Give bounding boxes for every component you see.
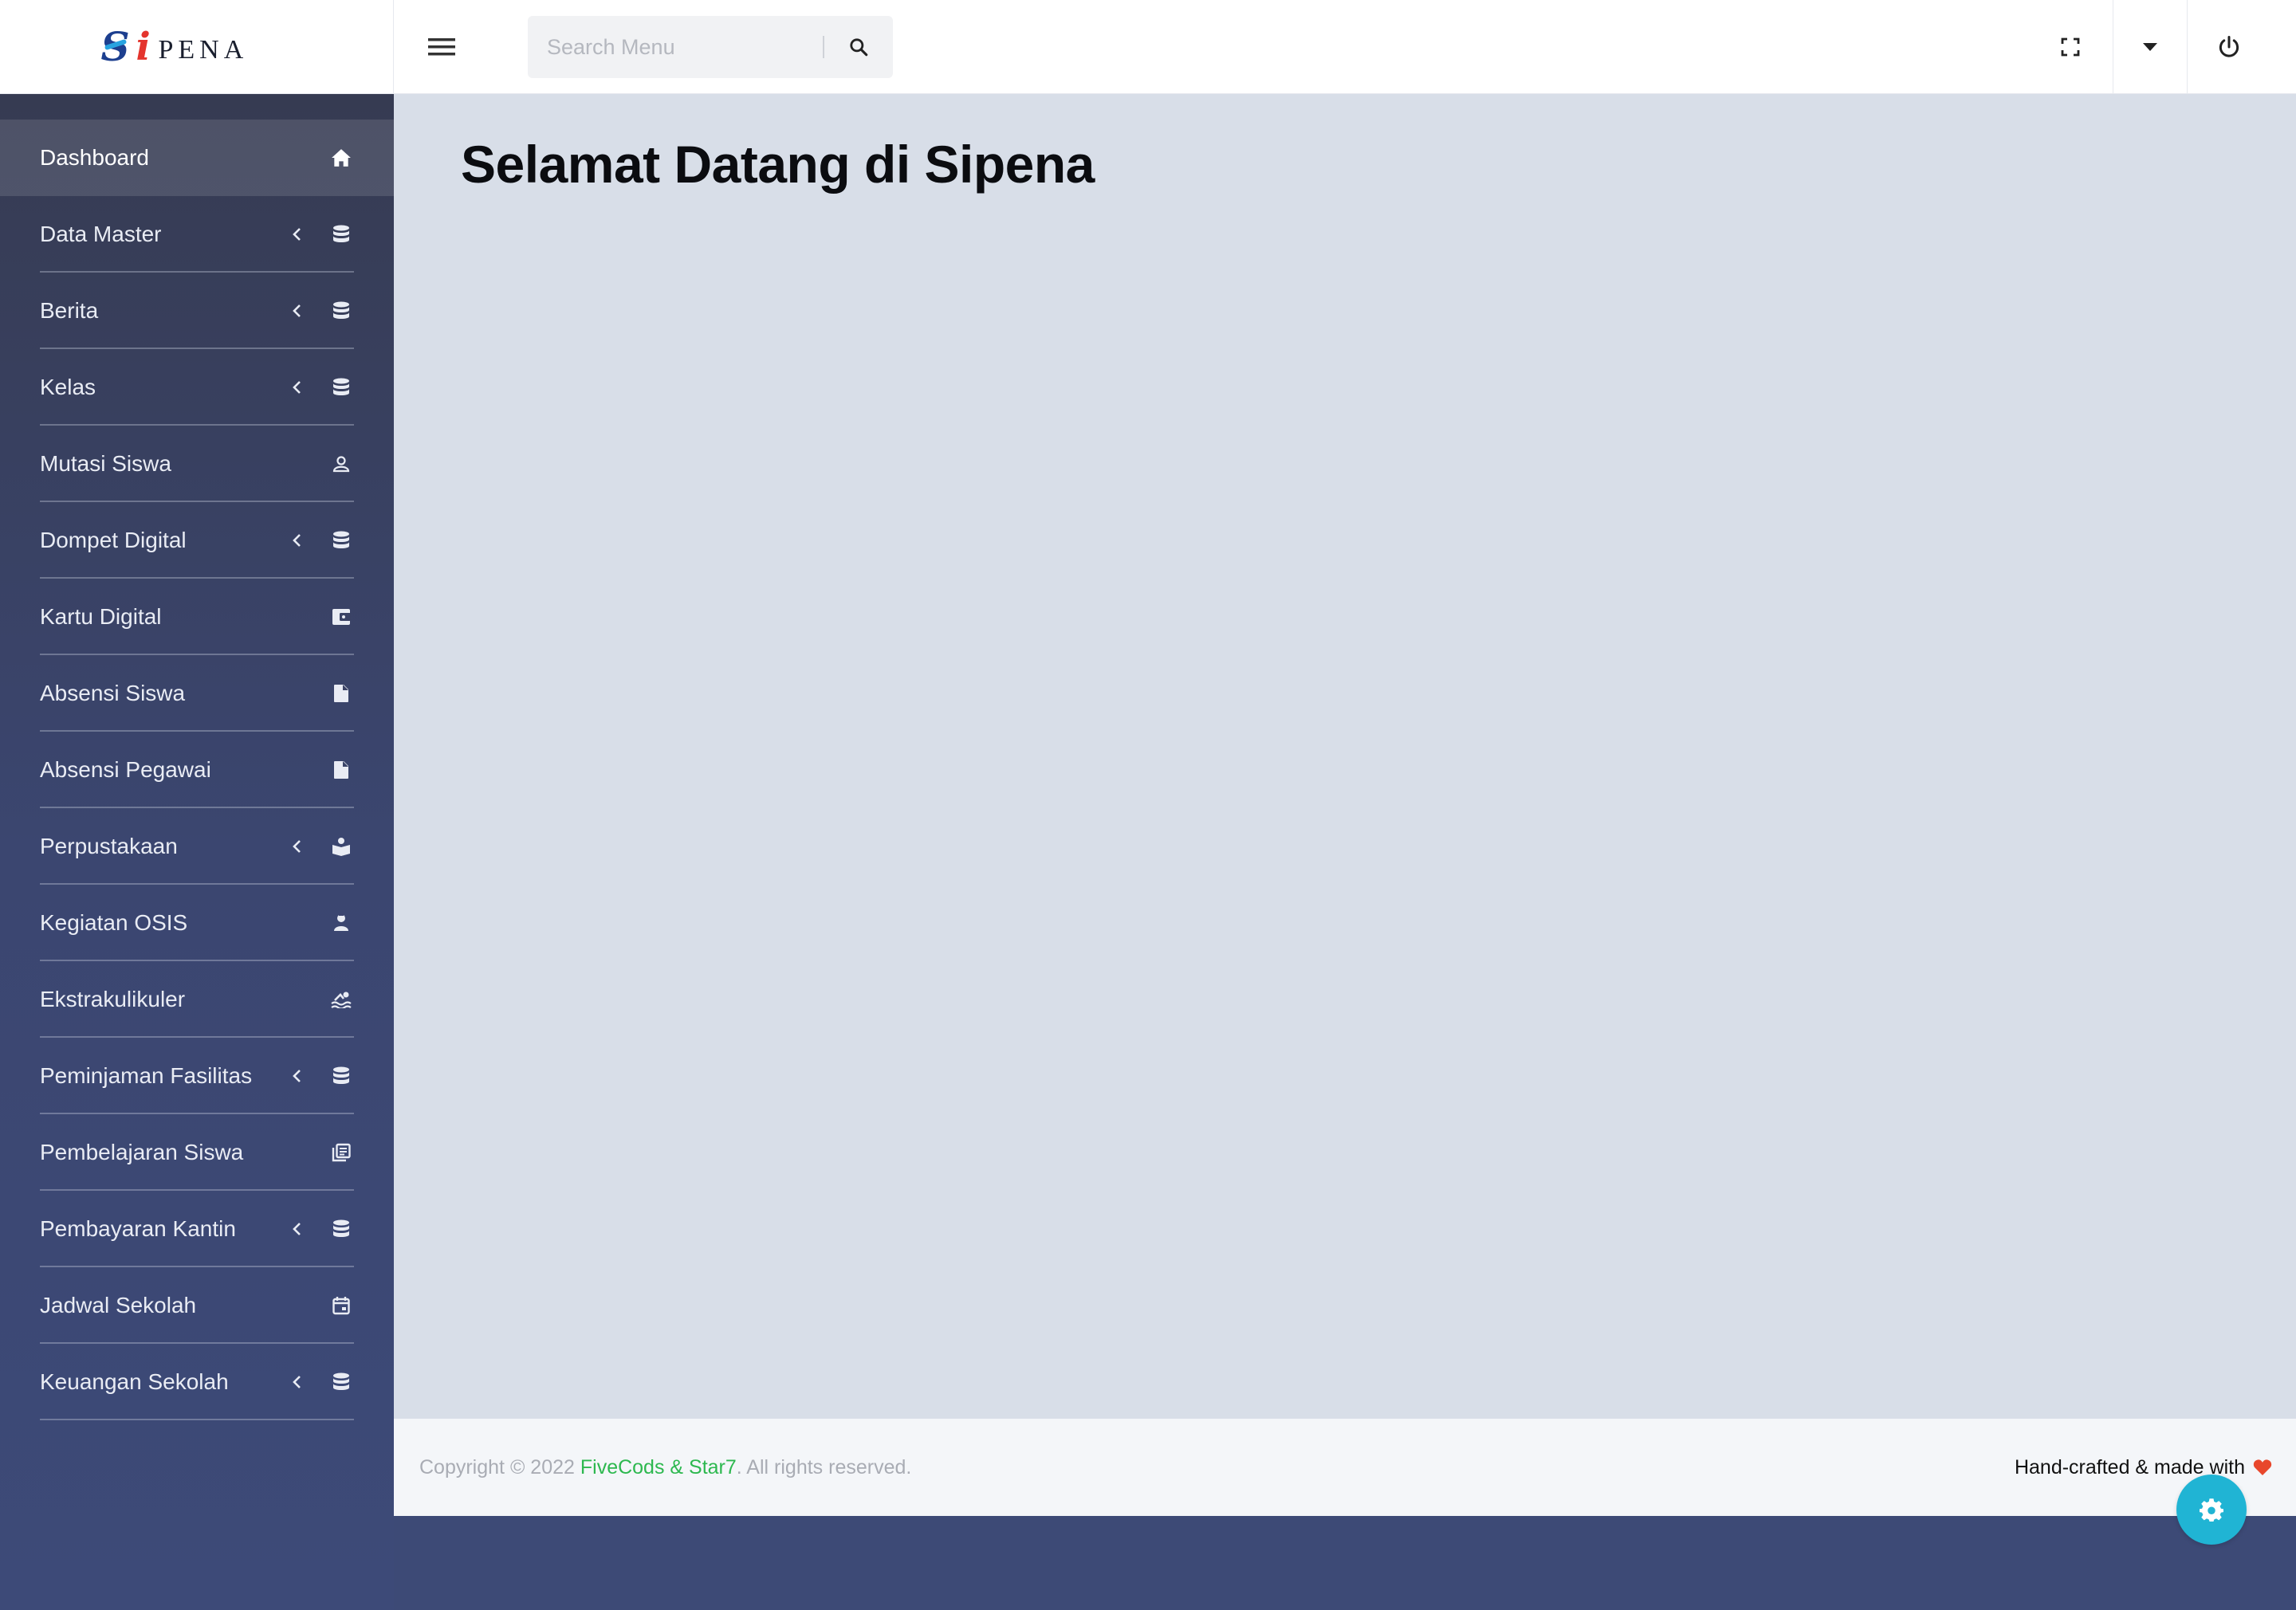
sidebar-item-label: Dashboard [40, 145, 149, 170]
sidebar-item-label: Ekstrakulikuler [40, 987, 186, 1011]
chevron-left-icon [289, 529, 305, 552]
wallet-icon [330, 606, 352, 628]
database-icon [330, 1371, 352, 1393]
main-content: Selamat Datang di Sipena [394, 94, 2296, 1419]
database-icon [330, 1065, 352, 1087]
heart-icon [2253, 1459, 2272, 1475]
sidebar-item-keuangan-sekolah[interactable]: Keuangan Sekolah [0, 1344, 394, 1420]
logo-wordmark: PENA [158, 35, 249, 65]
sidebar-item-jadwal-sekolah[interactable]: Jadwal Sekolah [0, 1267, 394, 1344]
calendar-icon [330, 1294, 352, 1317]
footer-copyright: Copyright © 2022 FiveCods & Star7. All r… [419, 1419, 911, 1516]
sidebar-item-peminjaman-fasilitas[interactable]: Peminjaman Fasilitas [0, 1038, 394, 1114]
sidebar-item-pembelajaran-siswa[interactable]: Pembelajaran Siswa [0, 1114, 394, 1191]
settings-button[interactable] [2176, 1475, 2247, 1545]
database-icon [330, 1218, 352, 1240]
sidebar-item-label: Kegiatan OSIS [40, 910, 188, 935]
sidebar-item-label: Kartu Digital [40, 604, 162, 629]
sidebar-item-absensi-pegawai[interactable]: Absensi Pegawai [0, 732, 394, 808]
person-badge-icon [330, 912, 352, 934]
file-icon [330, 682, 352, 705]
sidebar-item-dompet-digital[interactable]: Dompet Digital [0, 502, 394, 579]
sidebar-item-ekstrakulikuler[interactable]: Ekstrakulikuler [0, 961, 394, 1038]
sidebar: Dashboard Data Master Berita Kelas Mutas… [0, 94, 394, 1610]
footer: Copyright © 2022 FiveCods & Star7. All r… [394, 1419, 2296, 1516]
sidebar-item-label: Kelas [40, 375, 96, 399]
sidebar-item-label: Dompet Digital [40, 528, 187, 552]
chevron-left-icon [289, 1371, 305, 1393]
caret-down-icon [2142, 43, 2157, 51]
swimming-icon [330, 988, 352, 1011]
sidebar-item-kegiatan-osis[interactable]: Kegiatan OSIS [0, 885, 394, 961]
database-icon [330, 223, 352, 245]
sidebar-item-pembayaran-kantin[interactable]: Pembayaran Kantin [0, 1191, 394, 1267]
chevron-left-icon [289, 300, 305, 322]
reader-icon [330, 835, 352, 858]
top-navbar: S i PENA [0, 0, 2296, 94]
chevron-left-icon [289, 835, 305, 858]
sipena-logo[interactable]: S i PENA [101, 23, 293, 71]
sidebar-item-label: Keuangan Sekolah [40, 1369, 229, 1394]
library-books-icon [330, 1141, 352, 1164]
user-dropdown-button[interactable] [2113, 0, 2186, 94]
menu-divider [40, 1419, 354, 1420]
logout-button[interactable] [2187, 0, 2270, 94]
sidebar-item-label: Perpustakaan [40, 834, 178, 858]
database-icon [330, 376, 352, 399]
sidebar-item-perpustakaan[interactable]: Perpustakaan [0, 808, 394, 885]
fullscreen-button[interactable] [2033, 0, 2108, 94]
search-divider [823, 36, 824, 58]
sidebar-item-label: Peminjaman Fasilitas [40, 1063, 253, 1088]
chevron-left-icon [289, 376, 305, 399]
chevron-left-icon [289, 1218, 305, 1240]
gear-icon [2200, 1498, 2223, 1522]
search-menu-box [528, 16, 893, 78]
chevron-left-icon [289, 223, 305, 245]
page-title: Selamat Datang di Sipena [461, 135, 1095, 194]
sidebar-item-kartu-digital[interactable]: Kartu Digital [0, 579, 394, 655]
sidebar-toggle-button[interactable] [423, 31, 461, 63]
sidebar-item-mutasi-siswa[interactable]: Mutasi Siswa [0, 426, 394, 502]
sidebar-item-label: Absensi Siswa [40, 681, 186, 705]
user-icon [330, 453, 352, 475]
bottom-background [394, 1516, 2296, 1610]
sidebar-item-label: Pembelajaran Siswa [40, 1140, 244, 1164]
sidebar-item-label: Data Master [40, 222, 162, 246]
fullscreen-icon [2061, 37, 2080, 57]
sidebar-item-absensi-siswa[interactable]: Absensi Siswa [0, 655, 394, 732]
sidebar-item-berita[interactable]: Berita [0, 273, 394, 349]
power-icon [2219, 36, 2239, 57]
search-menu-input[interactable] [547, 16, 858, 78]
sidebar-item-data-master[interactable]: Data Master [0, 196, 394, 273]
home-icon [330, 147, 352, 169]
sidebar-item-label: Mutasi Siswa [40, 451, 171, 476]
hamburger-icon [428, 38, 455, 56]
sidebar-item-label: Jadwal Sekolah [40, 1293, 197, 1317]
search-icon [850, 38, 868, 57]
database-icon [330, 300, 352, 322]
copyright-prefix: Copyright © 2022 [419, 1456, 580, 1478]
copyright-link[interactable]: FiveCods & Star7 [580, 1456, 737, 1478]
sidebar-item-label: Absensi Pegawai [40, 757, 211, 782]
copyright-suffix: . All rights reserved. [736, 1456, 912, 1478]
sidebar-item-label: Pembayaran Kantin [40, 1216, 236, 1241]
sidebar-item-kelas[interactable]: Kelas [0, 349, 394, 426]
brand-area: S i PENA [0, 0, 394, 94]
logo-letter-s: S [100, 23, 130, 70]
chevron-left-icon [289, 1065, 305, 1087]
file-icon [330, 759, 352, 781]
search-button[interactable] [840, 29, 877, 65]
sidebar-item-label: Berita [40, 298, 99, 323]
database-icon [330, 529, 352, 552]
logo-letter-i: i [136, 25, 151, 69]
sidebar-item-dashboard[interactable]: Dashboard [0, 120, 394, 196]
